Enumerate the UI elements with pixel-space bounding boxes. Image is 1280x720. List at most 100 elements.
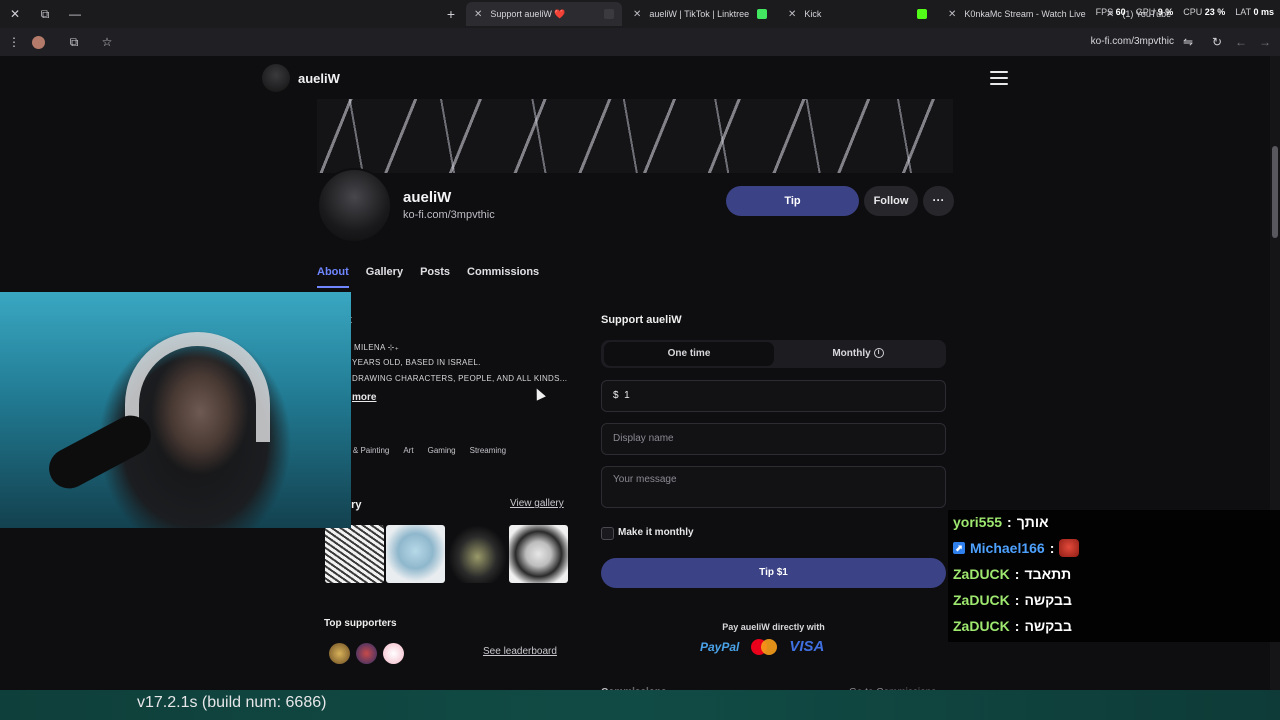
scrollbar-thumb[interactable]	[1272, 146, 1278, 238]
chat-separator: :	[1014, 618, 1020, 634]
gallery-thumbnail[interactable]	[325, 525, 384, 583]
kick-icon	[917, 9, 927, 19]
supporter-avatar[interactable]	[356, 643, 377, 664]
browser-tab-kofi[interactable]: ✕ Support aueliW ❤️	[466, 2, 622, 26]
profile-url: ko-fi.com/3mpvthic	[403, 209, 495, 221]
chat-username: yori555	[953, 514, 1003, 530]
chat-separator: :	[1014, 566, 1020, 582]
restore-window-icon[interactable]: ⧉	[30, 0, 60, 28]
chat-message: yori555 : אותך	[953, 511, 1049, 533]
fps-readout: FPS 60	[1096, 7, 1126, 17]
close-tab-icon[interactable]: ✕	[474, 9, 482, 20]
gpu-readout: GPU 9 %	[1136, 7, 1174, 17]
monthly-label: Monthly	[832, 348, 871, 359]
browser-tab-kick[interactable]: ✕ Kick	[780, 2, 935, 26]
amount-input[interactable]: $ 1	[601, 380, 946, 412]
tab-title: Support aueliW ❤️	[490, 8, 566, 19]
mastercard-logo	[751, 638, 778, 655]
stream-chat-overlay: yori555 : אותך ⬈ Michael166 : ZaDUCK : ת…	[948, 510, 1280, 642]
chat-separator: :	[1014, 592, 1020, 608]
message-input[interactable]: Your message	[601, 466, 946, 508]
gpu-label: GPU	[1135, 7, 1156, 17]
tab-about[interactable]: About	[317, 266, 349, 288]
chat-message: ⬈ Michael166 :	[953, 537, 1080, 559]
tab-title: Kick	[804, 9, 822, 19]
chat-separator: :	[1007, 514, 1012, 530]
browser-tab-linktree[interactable]: ✕ aueliW | TikTok | Linktree	[625, 2, 775, 26]
tab-title: K0nkaMc Stream - Watch Live	[964, 9, 1086, 19]
currency-symbol: $	[613, 390, 619, 401]
about-line: S YEARS OLD, BASED IN ISRAEL.	[344, 358, 481, 367]
fps-value: 60	[1115, 7, 1126, 17]
pay-with-text: Pay aueliW directly with	[722, 622, 825, 632]
chat-separator: :	[1049, 540, 1055, 556]
info-icon: i	[873, 348, 884, 359]
tag[interactable]: Art	[403, 446, 413, 455]
follow-button[interactable]: Follow	[864, 186, 918, 216]
tag[interactable]: Streaming	[470, 446, 506, 455]
support-heading: Support aueliW	[601, 314, 682, 326]
menu-dots-icon[interactable]: ⋮	[6, 34, 22, 50]
tip-button[interactable]: Tip	[726, 186, 859, 216]
profile-banner	[317, 99, 953, 173]
linktree-icon	[757, 9, 767, 19]
view-gallery-link[interactable]: View gallery	[510, 498, 564, 509]
site-settings-icon[interactable]: ⇋	[1180, 34, 1196, 50]
url-text[interactable]: ko-fi.com/3mpvthic	[1091, 36, 1174, 47]
amount-value: 1	[624, 390, 630, 401]
more-options-button[interactable]: ···	[923, 186, 954, 216]
browser-tab-strip: ✕ ⧉ — + ✕ Support aueliW ❤️ ✕ aueliW | T…	[0, 0, 1280, 28]
chat-username: ZaDUCK	[953, 618, 1010, 634]
header-creator-name[interactable]: aueliW	[298, 71, 340, 86]
make-monthly-label[interactable]: Make it monthly	[618, 527, 694, 538]
monthly-option[interactable]: Monthly i	[773, 342, 943, 366]
supporter-avatar[interactable]	[329, 643, 350, 664]
see-leaderboard-link[interactable]: See leaderboard	[483, 646, 557, 657]
top-supporters-heading: Top supporters	[324, 618, 397, 629]
one-time-option[interactable]: One time	[604, 342, 774, 366]
about-line: MILENA ⊹₊	[354, 343, 400, 352]
read-more-link[interactable]: more	[352, 392, 376, 403]
tab-posts[interactable]: Posts	[420, 266, 450, 288]
profile-avatar-icon[interactable]	[30, 34, 46, 50]
chat-message: ZaDUCK : בבקשה	[953, 615, 1072, 637]
extensions-icon[interactable]: ⧉	[66, 34, 82, 50]
webcam-overlay	[0, 292, 351, 528]
profile-avatar	[317, 168, 392, 243]
chat-emote-icon	[1059, 539, 1080, 557]
minimize-window-icon[interactable]: —	[60, 0, 90, 28]
microphone-shape	[42, 408, 158, 496]
supporter-avatar[interactable]	[383, 643, 404, 664]
forward-arrow-icon[interactable]: →	[1257, 34, 1273, 50]
chat-text: בבקשה	[1024, 618, 1072, 634]
latency-readout: LAT 0 ms	[1235, 7, 1274, 17]
gallery-thumbnail[interactable]	[448, 525, 507, 583]
reload-icon[interactable]: ↻	[1209, 34, 1225, 50]
hamburger-menu-icon[interactable]	[990, 71, 1008, 85]
close-tab-icon[interactable]: ✕	[633, 9, 641, 20]
visa-logo: VISA	[789, 638, 825, 655]
bookmark-star-icon[interactable]: ☆	[99, 34, 115, 50]
chat-username: ZaDUCK	[953, 592, 1010, 608]
make-monthly-checkbox[interactable]	[601, 527, 614, 540]
close-tab-icon[interactable]: ✕	[788, 9, 796, 20]
gpu-value: 9 %	[1157, 7, 1174, 17]
display-name-input[interactable]: Display name	[601, 423, 946, 455]
close-tab-icon[interactable]: ✕	[948, 9, 956, 20]
tab-title: aueliW | TikTok | Linktree	[649, 9, 750, 19]
gallery-thumbnail[interactable]	[509, 525, 568, 583]
tab-commissions[interactable]: Commissions	[467, 266, 539, 288]
version-text: v17.2.1s (build num: 6686)	[137, 694, 327, 711]
tag[interactable]: Gaming	[428, 446, 456, 455]
back-arrow-icon[interactable]: ←	[1233, 34, 1249, 50]
performance-overlay: FPS 60 GPU 9 % CPU 23 % LAT 0 ms	[1096, 7, 1274, 17]
close-window-icon[interactable]: ✕	[0, 0, 30, 28]
header-avatar[interactable]	[262, 64, 290, 92]
browser-tab-konka[interactable]: ✕ K0nkaMc Stream - Watch Live	[940, 2, 1095, 26]
gallery-thumbnail[interactable]	[386, 525, 445, 583]
tab-gallery[interactable]: Gallery	[366, 266, 403, 288]
chat-text: אותך	[1016, 514, 1049, 530]
tip-submit-button[interactable]: Tip $1	[601, 558, 946, 588]
cpu-readout: CPU 23 %	[1183, 7, 1225, 17]
new-tab-button[interactable]: +	[442, 5, 460, 23]
